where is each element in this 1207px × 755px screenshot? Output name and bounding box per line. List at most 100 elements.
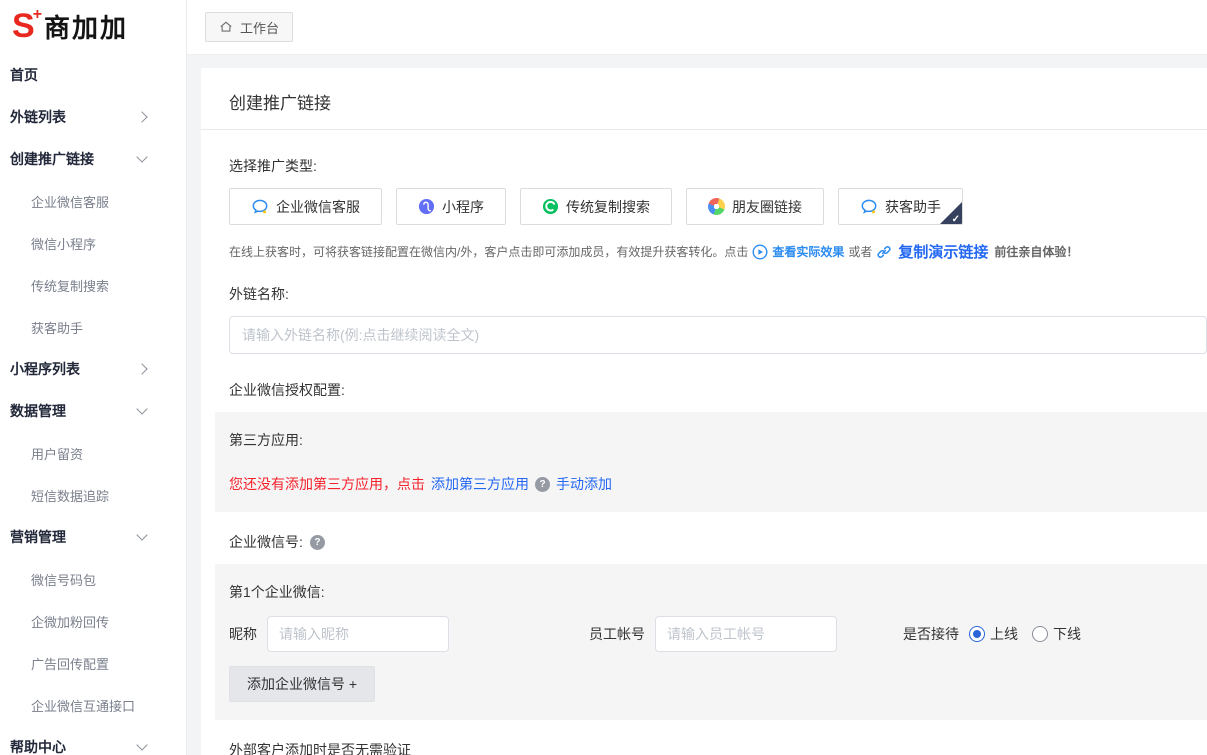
promo-option-acquisition-assistant[interactable]: 获客助手 ✓ [838, 188, 963, 225]
sidebar-item-wechat-number-pack[interactable]: 微信号码包 [0, 558, 186, 600]
sidebar-item-sms-tracking[interactable]: 短信数据追踪 [0, 474, 186, 516]
copy-search-icon [542, 198, 559, 215]
chevron-right-icon [136, 111, 147, 122]
sidebar-item-label: 短信数据追踪 [31, 486, 109, 505]
sidebar-item-copy-search[interactable]: 传统复制搜索 [0, 264, 186, 306]
sidebar-item-help-center[interactable]: 帮助中心 [0, 726, 186, 755]
hint-text: 或者 [848, 243, 872, 260]
chevron-down-icon [136, 151, 147, 162]
chevron-down-icon [136, 403, 147, 414]
sidebar-item-marketing-management[interactable]: 营销管理 [0, 516, 186, 558]
radio-icon [969, 626, 985, 642]
radio-icon [1032, 626, 1048, 642]
help-icon[interactable]: ? [310, 535, 325, 550]
acquisition-icon [860, 198, 878, 216]
third-party-label: 第三方应用: [229, 430, 1193, 450]
view-demo-link[interactable]: 查看实际效果 [772, 243, 844, 260]
create-promo-link-card: 创建推广链接 选择推广类型: 企业微信客服 小程序 [201, 68, 1207, 755]
topbar: 工作台 [187, 0, 1207, 55]
promo-option-moments-link[interactable]: 朋友圈链接 [686, 188, 824, 225]
link-name-input[interactable] [229, 316, 1207, 354]
link-name-label: 外链名称: [229, 284, 1207, 304]
check-icon: ✓ [952, 214, 960, 225]
promo-option-wecom-customer-service[interactable]: 企业微信客服 [229, 188, 382, 225]
sidebar-item-wecom-customer-service[interactable]: 企业微信客服 [0, 180, 186, 222]
promo-type-label: 选择推广类型: [229, 156, 1207, 176]
wecom-chat-icon [251, 198, 269, 216]
sidebar-item-label: 数据管理 [10, 401, 66, 421]
add-wecom-account-button[interactable]: 添加企业微信号 + [229, 666, 375, 702]
wecom-account-label: 企业微信号: [229, 532, 303, 552]
wecom-group-title: 第1个企业微信: [229, 582, 1193, 602]
third-party-panel: 第三方应用: 您还没有添加第三方应用，点击 添加第三方应用 ? 手动添加 [215, 412, 1207, 512]
sidebar-item-label: 微信小程序 [31, 234, 96, 253]
sidebar-item-label: 微信号码包 [31, 570, 96, 589]
sidebar-item-user-leads[interactable]: 用户留资 [0, 432, 186, 474]
staff-account-input[interactable] [655, 616, 837, 652]
manual-add-link[interactable]: 手动添加 [556, 474, 612, 494]
sidebar: S+商加加 首页 外链列表 创建推广链接 企业微信客服 微信小程序 传统复制搜索… [0, 0, 187, 755]
main-content: 创建推广链接 选择推广类型: 企业微信客服 小程序 [187, 55, 1207, 755]
sidebar-item-data-management[interactable]: 数据管理 [0, 390, 186, 432]
link-icon[interactable] [876, 244, 892, 260]
sidebar-item-label: 营销管理 [10, 527, 66, 547]
third-party-warning-row: 您还没有添加第三方应用，点击 添加第三方应用 ? 手动添加 [229, 474, 1193, 494]
sidebar-item-home[interactable]: 首页 [0, 54, 186, 96]
sidebar-item-ad-callback-config[interactable]: 广告回传配置 [0, 642, 186, 684]
chevron-down-icon [136, 529, 147, 540]
staff-account-label: 员工帐号 [589, 624, 645, 644]
wecom-account-label-row: 企业微信号: ? [229, 532, 1207, 552]
sidebar-item-acquisition-assistant[interactable]: 获客助手 [0, 306, 186, 348]
sidebar-item-miniprogram-list[interactable]: 小程序列表 [0, 348, 186, 390]
sidebar-item-wecom-interop-api[interactable]: 企业微信互通接口 [0, 684, 186, 726]
chevron-right-icon [136, 363, 147, 374]
sidebar-item-label: 企微加粉回传 [31, 612, 109, 631]
brand-logo-s: S [12, 9, 35, 43]
sidebar-item-label: 小程序列表 [10, 359, 80, 379]
account-row: 昵称 员工帐号 是否接待 上线 下线 [229, 616, 1193, 652]
promo-option-copy-search[interactable]: 传统复制搜索 [520, 188, 672, 225]
promo-type-options: 企业微信客服 小程序 传统复制搜索 [229, 188, 1207, 225]
card-body: 选择推广类型: 企业微信客服 小程序 [201, 156, 1207, 755]
verify-label: 外部客户添加时是否无需验证 [229, 740, 1207, 755]
sidebar-item-label: 外链列表 [10, 107, 66, 127]
promo-option-label: 小程序 [442, 197, 484, 217]
sidebar-item-label: 用户留资 [31, 444, 83, 463]
play-icon[interactable] [752, 244, 768, 260]
radio-online-label: 上线 [990, 624, 1018, 644]
page-title: 创建推广链接 [229, 89, 1179, 114]
sidebar-item-create-promo-link[interactable]: 创建推广链接 [0, 138, 186, 180]
copy-demo-link[interactable]: 复制演示链接 [898, 241, 988, 262]
moments-icon [706, 196, 728, 218]
chevron-down-icon [136, 739, 147, 750]
auth-config-label: 企业微信授权配置: [229, 380, 1207, 400]
sidebar-item-label: 获客助手 [31, 318, 83, 337]
promo-option-label: 获客助手 [885, 197, 941, 217]
brand-logo: S+商加加 [0, 0, 186, 52]
hint-row: 在线上获客时，可将获客链接配置在微信内/外，客户点击即可添加成员，有效提升获客转… [229, 241, 1207, 262]
reception-label: 是否接待 [903, 624, 959, 644]
tab-workbench-label: 工作台 [240, 18, 279, 37]
help-icon[interactable]: ? [535, 477, 550, 492]
radio-online[interactable]: 上线 [969, 624, 1018, 644]
promo-option-label: 朋友圈链接 [732, 197, 802, 217]
sidebar-menu: 首页 外链列表 创建推广链接 企业微信客服 微信小程序 传统复制搜索 获客助手 … [0, 52, 186, 755]
add-third-party-link[interactable]: 添加第三方应用 [431, 474, 529, 494]
home-icon [219, 20, 233, 34]
warning-text: 您还没有添加第三方应用，点击 [229, 474, 425, 494]
miniprogram-icon [418, 198, 435, 215]
sidebar-item-external-links[interactable]: 外链列表 [0, 96, 186, 138]
nickname-label: 昵称 [229, 624, 257, 644]
sidebar-item-label: 首页 [10, 65, 38, 85]
radio-offline-label: 下线 [1053, 624, 1081, 644]
wecom-account-panel: 第1个企业微信: 昵称 员工帐号 是否接待 上线 下线 [215, 564, 1207, 720]
radio-offline[interactable]: 下线 [1032, 624, 1081, 644]
sidebar-item-label: 传统复制搜索 [31, 276, 109, 295]
promo-option-miniprogram[interactable]: 小程序 [396, 188, 506, 225]
brand-logo-plus: + [33, 6, 42, 24]
sidebar-item-wecom-fans-callback[interactable]: 企微加粉回传 [0, 600, 186, 642]
tab-workbench[interactable]: 工作台 [205, 12, 293, 42]
nickname-input[interactable] [267, 616, 449, 652]
sidebar-item-label: 企业微信客服 [31, 192, 109, 211]
sidebar-item-wechat-miniprogram[interactable]: 微信小程序 [0, 222, 186, 264]
